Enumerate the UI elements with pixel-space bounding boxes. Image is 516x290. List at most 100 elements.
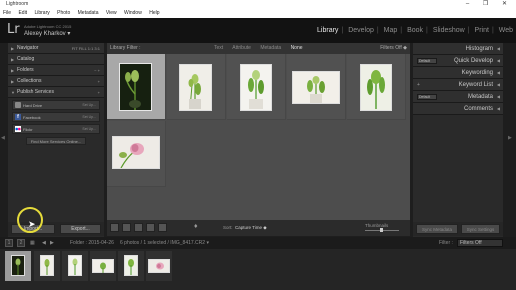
filmstrip-thumbnail[interactable]	[11, 255, 25, 276]
collections-panel-header[interactable]: ▶ Collections +	[8, 76, 104, 87]
menu-library[interactable]: Library	[34, 10, 49, 16]
filmstrip-thumbnail[interactable]	[148, 259, 170, 273]
menu-file[interactable]: File	[3, 10, 11, 16]
grid-cell[interactable]	[227, 54, 286, 120]
filmstrip-thumbnail[interactable]	[92, 259, 114, 273]
filmstrip-thumbnail[interactable]	[40, 255, 54, 276]
filter-text[interactable]: Text	[214, 45, 223, 51]
module-map[interactable]: Map	[384, 27, 398, 34]
compare-view-icon[interactable]	[134, 223, 143, 232]
collections-add[interactable]: +	[98, 76, 100, 87]
second-window-button[interactable]: 2	[17, 239, 25, 247]
metadata-panel-header[interactable]: Default Metadata ◀	[413, 91, 503, 103]
folder-source[interactable]: Folder : 2015-04-26	[70, 237, 114, 249]
people-view-icon[interactable]	[158, 223, 167, 232]
publish-services-panel-header[interactable]: ▼ Publish Services +	[8, 87, 104, 98]
menu-photo[interactable]: Photo	[57, 10, 70, 16]
triangle-right-icon: ▶	[11, 46, 15, 51]
menu-edit[interactable]: Edit	[18, 10, 27, 16]
filmstrip-cell[interactable]	[146, 251, 172, 281]
histogram-panel-header[interactable]: Histogram ◀	[413, 43, 503, 55]
menu-metadata[interactable]: Metadata	[78, 10, 99, 16]
module-print[interactable]: Print	[475, 27, 489, 34]
filmstrip-cell[interactable]	[34, 251, 60, 281]
photo-thumbnail[interactable]	[240, 64, 272, 111]
filmstrip-thumbnail[interactable]	[68, 255, 82, 276]
menu-help[interactable]: Help	[149, 10, 159, 16]
grid-mini-icon[interactable]: ▦	[30, 237, 35, 249]
navigator-zoom-options[interactable]: FIT FILL 1:1 3:1	[72, 43, 100, 54]
thumbnail-size-knob[interactable]	[380, 228, 383, 232]
publish-services-add[interactable]: +	[98, 87, 100, 98]
menu-view[interactable]: View	[106, 10, 117, 16]
filmstrip-filter-dropdown[interactable]: Filters Off	[457, 239, 503, 247]
metadata-preset[interactable]: Default	[417, 94, 437, 100]
publish-service-hard-drive[interactable]: Hard Drive Set Up...	[12, 100, 100, 110]
comments-panel-header[interactable]: Comments ◀	[413, 103, 503, 115]
selection-info[interactable]: 6 photos / 1 selected / IMG_8417.CR2 ▾	[120, 237, 209, 249]
filter-label: Filter :	[439, 240, 453, 246]
folders-panel-header[interactable]: ▶ Folders − +	[8, 65, 104, 76]
filter-none[interactable]: None	[291, 45, 303, 51]
quick-develop-preset[interactable]: Default	[417, 58, 437, 64]
export-button[interactable]: Export...	[60, 224, 101, 234]
grid-cell[interactable]	[287, 54, 346, 120]
back-arrow-icon[interactable]: ◀	[42, 237, 46, 249]
grid-cell[interactable]	[347, 54, 406, 120]
sync-metadata-button[interactable]: Sync Metadata	[416, 224, 458, 234]
module-library[interactable]: Library	[317, 27, 338, 34]
photo-thumbnail[interactable]	[112, 136, 160, 169]
user-name[interactable]: Alexey Kharkov ▾	[24, 30, 70, 37]
grid-cell[interactable]	[167, 54, 226, 120]
navigator-panel-header[interactable]: ▶ Navigator FIT FILL 1:1 3:1	[8, 43, 104, 54]
photo-thumbnail[interactable]	[292, 71, 340, 104]
module-slideshow[interactable]: Slideshow	[433, 27, 465, 34]
service-name: Facebook	[23, 115, 41, 120]
metadata-label: Metadata	[467, 94, 493, 100]
folders-add-remove[interactable]: − +	[94, 65, 100, 76]
right-panel-toggle-icon[interactable]: ▶	[508, 135, 512, 141]
filters-preset-dropdown[interactable]: Filters Off ◆	[380, 43, 407, 54]
module-develop[interactable]: Develop	[348, 27, 374, 34]
loupe-view-icon[interactable]	[122, 223, 131, 232]
keyword-list-panel-header[interactable]: + Keyword List ◀	[413, 79, 503, 91]
service-setup[interactable]: Set Up...	[82, 125, 96, 134]
service-setup[interactable]: Set Up...	[82, 101, 96, 110]
module-web[interactable]: Web	[499, 27, 513, 34]
service-setup[interactable]: Set Up...	[82, 113, 96, 122]
sync-settings-button[interactable]: Sync Settings	[461, 224, 500, 234]
forward-arrow-icon[interactable]: ▶	[50, 237, 54, 249]
find-more-services-button[interactable]: Find More Services Online...	[26, 137, 86, 145]
grid-cell[interactable]	[107, 54, 166, 120]
keyword-list-label: Keyword List	[458, 82, 493, 88]
window-controls[interactable]: – ❐ ✕	[466, 0, 513, 9]
painter-icon[interactable]: ♦	[194, 223, 198, 230]
filmstrip-cell[interactable]	[118, 251, 144, 281]
menu-window[interactable]: Window	[124, 10, 142, 16]
filter-attribute[interactable]: Attribute	[232, 45, 251, 51]
quick-develop-panel-header[interactable]: Default Quick Develop ◀	[413, 55, 503, 67]
publish-service-flickr[interactable]: Flickr Set Up...	[12, 124, 100, 134]
module-book[interactable]: Book	[407, 27, 423, 34]
grid-cell[interactable]	[107, 121, 166, 187]
sort-dropdown[interactable]: Capture Time ◆	[235, 225, 267, 231]
filmstrip-thumbnail[interactable]	[124, 255, 138, 276]
publish-service-facebook[interactable]: f Facebook Set Up...	[12, 112, 100, 122]
add-keyword-icon[interactable]: +	[417, 79, 420, 91]
triangle-left-icon: ◀	[496, 70, 500, 75]
left-panel-toggle-icon[interactable]: ◀	[1, 135, 5, 141]
filmstrip-cell[interactable]	[5, 251, 31, 281]
filmstrip-cell[interactable]	[62, 251, 88, 281]
photo-thumbnail[interactable]	[179, 64, 212, 111]
triangle-down-icon: ▼	[11, 90, 15, 95]
filter-metadata[interactable]: Metadata	[260, 45, 281, 51]
photo-thumbnail[interactable]	[360, 64, 392, 111]
main-window-button[interactable]: 1	[5, 239, 13, 247]
keywording-panel-header[interactable]: Keywording ◀	[413, 67, 503, 79]
photo-thumbnail[interactable]	[119, 63, 152, 111]
catalog-panel-header[interactable]: ▶ Catalog	[8, 54, 104, 65]
filmstrip-cell[interactable]	[90, 251, 116, 281]
survey-view-icon[interactable]	[146, 223, 155, 232]
grid-view-icon[interactable]	[110, 223, 119, 232]
triangle-right-icon: ▶	[11, 68, 15, 73]
